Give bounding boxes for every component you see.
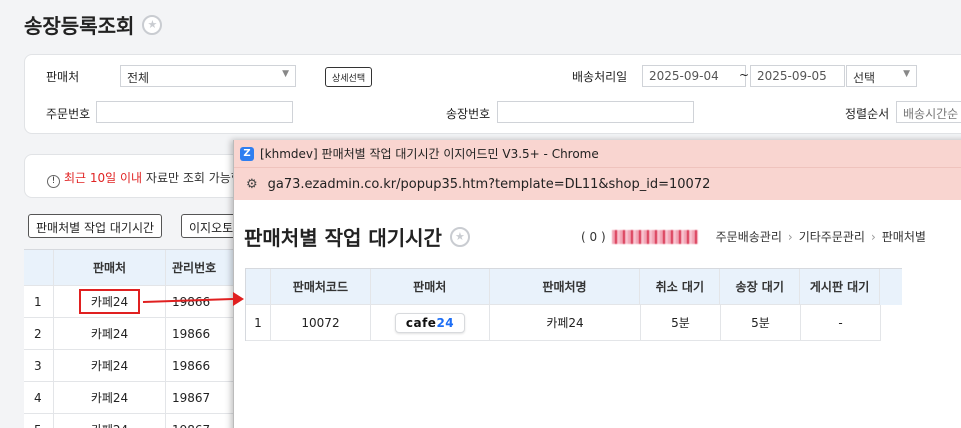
popup-titlebar[interactable]: Z [khmdev] 판매처별 작업 대기시간 이지어드민 V3.5+ - Ch… — [234, 140, 961, 167]
ship-date-label: 배송처리일 — [572, 70, 628, 84]
period-select[interactable]: 선택 ▼ — [846, 65, 917, 87]
row-no: 1 — [24, 286, 54, 317]
favorite-star-icon[interactable]: ★ — [142, 14, 163, 35]
row-vendor: 카페24 — [54, 350, 166, 381]
row-invoice-wait: 5분 — [721, 305, 801, 341]
table-row[interactable]: 5 카페24 19867 — [24, 414, 244, 428]
row-no: 1 — [246, 305, 271, 341]
page-header: 송장등록조회 ★ — [24, 10, 163, 39]
logo-text: cafe — [405, 315, 437, 330]
row-vendor: 카페24 — [54, 414, 166, 428]
chevron-right-icon: › — [787, 229, 793, 244]
logo-number: 24 — [436, 315, 455, 330]
table-row[interactable]: 2 카페24 19866 — [24, 318, 244, 350]
ezauto-button[interactable]: 이지오토 — [181, 214, 241, 238]
date-to-input[interactable]: 2025-09-05 — [750, 65, 845, 87]
sort-label: 정렬순서 — [845, 107, 890, 121]
col-header-code: 판매처코드 — [270, 269, 371, 305]
table-row[interactable]: 1 10072 cafe24 카페24 5분 5분 - — [246, 305, 902, 341]
row-vendor: 카페24 — [54, 318, 166, 349]
info-icon: ! — [47, 175, 60, 188]
date-from-input[interactable]: 2025-09-04 — [642, 65, 746, 87]
redacted-account-name — [611, 229, 698, 244]
col-header-vendor: 판매처 — [370, 269, 490, 305]
search-panel: 판매처 전체 ▼ 상세선택 배송처리일 2025-09-04 ~ 2025-09… — [24, 54, 961, 134]
row-board-wait: - — [801, 305, 881, 341]
period-select-value: 선택 — [853, 71, 876, 85]
date-separator: ~ — [739, 68, 750, 82]
row-vendor: 카페24 — [54, 382, 166, 413]
breadcrumb-item[interactable]: 주문배송관리 — [716, 228, 782, 245]
table-row[interactable]: 4 카페24 19867 — [24, 382, 244, 414]
table-row[interactable]: 3 카페24 19866 — [24, 350, 244, 382]
detail-select-button[interactable]: 상세선택 — [325, 67, 373, 87]
row-vendor-name: 카페24 — [490, 305, 641, 341]
page-title: 송장등록조회 — [24, 14, 135, 38]
row-cancel-wait: 5분 — [641, 305, 721, 341]
notice-highlight: 최근 10일 이내 — [64, 171, 143, 185]
order-no-input[interactable] — [96, 101, 293, 123]
sort-select[interactable]: 배송시간순 — [896, 101, 961, 123]
order-no-label: 주문번호 — [46, 107, 91, 121]
app-logo-icon: Z — [240, 146, 254, 161]
chevron-right-icon: › — [870, 229, 876, 244]
row-no: 3 — [24, 350, 54, 381]
site-settings-icon[interactable]: ⚙ — [246, 177, 258, 192]
highlighted-vendor[interactable]: 카페24 — [78, 289, 141, 314]
invoice-table: 판매처 관리번호 1 카페24 19866 2 카페24 19866 3 카페2… — [24, 249, 244, 428]
chevron-down-icon: ▼ — [282, 69, 289, 79]
row-no: 4 — [24, 382, 54, 413]
col-header-no — [24, 250, 54, 285]
col-header-cancel-wait: 취소 대기 — [640, 269, 721, 305]
vendor-select[interactable]: 전체 ▼ — [120, 65, 296, 87]
vendor-select-value: 전체 — [127, 71, 150, 85]
account-prefix: ( 0 ) — [581, 229, 606, 244]
row-no: 2 — [24, 318, 54, 349]
col-header-invoice-wait: 송장 대기 — [720, 269, 801, 305]
table-header-row: 판매처 관리번호 — [24, 250, 244, 286]
popup-urlbar[interactable]: ⚙ ga73.ezadmin.co.kr/popup35.htm?templat… — [234, 167, 961, 200]
row-vendor: cafe24 — [371, 305, 490, 341]
popup-url[interactable]: ga73.ezadmin.co.kr/popup35.htm?template=… — [268, 177, 711, 192]
col-header-vendor-name: 판매처명 — [489, 269, 641, 305]
favorite-star-icon[interactable]: ★ — [449, 226, 470, 247]
popup-window: Z [khmdev] 판매처별 작업 대기시간 이지어드민 V3.5+ - Ch… — [233, 140, 961, 428]
row-vendor[interactable]: 카페24 — [54, 286, 166, 317]
popup-window-title: [khmdev] 판매처별 작업 대기시간 이지어드민 V3.5+ - Chro… — [260, 147, 599, 161]
col-header-no — [246, 269, 271, 305]
col-header-board-wait: 게시판 대기 — [800, 269, 881, 305]
vendor-label: 판매처 — [46, 70, 80, 84]
breadcrumb-item[interactable]: 판매처별 — [882, 228, 926, 245]
table-header-row: 판매처코드 판매처 판매처명 취소 대기 송장 대기 게시판 대기 — [246, 269, 902, 305]
invoice-no-input[interactable] — [497, 101, 694, 123]
breadcrumb: ( 0 ) 주문배송관리 › 기타주문관리 › 판매처별 — [581, 228, 926, 245]
table-row[interactable]: 1 카페24 19866 — [24, 286, 244, 318]
header-filler — [880, 269, 902, 305]
col-header-vendor: 판매처 — [54, 250, 166, 285]
row-no: 5 — [24, 414, 54, 428]
popup-title-row: 판매처별 작업 대기시간 ★ — [244, 222, 470, 251]
chevron-down-icon: ▼ — [903, 69, 910, 79]
popup-title: 판매처별 작업 대기시간 — [244, 226, 442, 250]
wait-time-button[interactable]: 판매처별 작업 대기시간 — [28, 214, 163, 238]
breadcrumb-item[interactable]: 기타주문관리 — [799, 228, 865, 245]
invoice-no-label: 송장번호 — [446, 107, 491, 121]
cafe24-logo: cafe24 — [394, 312, 466, 333]
wait-time-table: 판매처코드 판매처 판매처명 취소 대기 송장 대기 게시판 대기 1 1007… — [245, 268, 902, 341]
row-code: 10072 — [271, 305, 371, 341]
